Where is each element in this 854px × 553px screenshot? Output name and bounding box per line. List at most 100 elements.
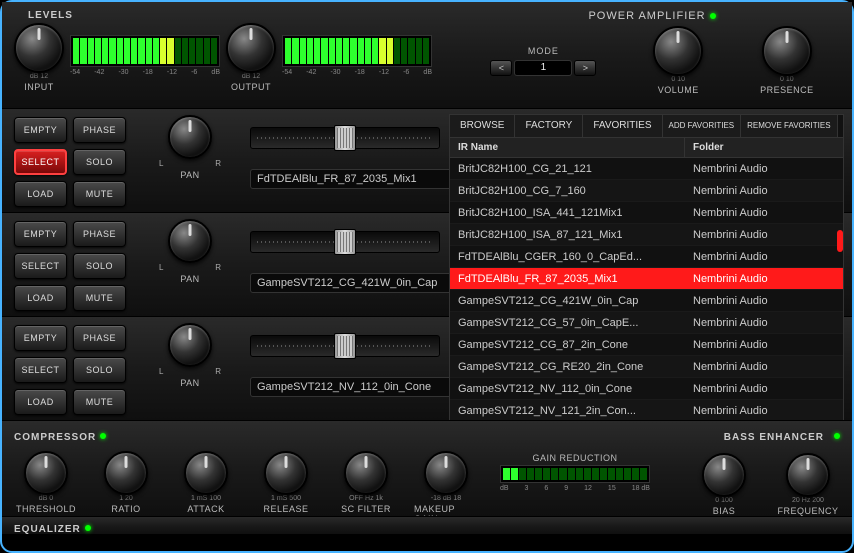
ir-name-cell: GampeSVT212_CG_421W_0in_Cap	[450, 295, 685, 307]
folder-cell: Nembrini Audio	[685, 339, 843, 351]
folder-cell: Nembrini Audio	[685, 405, 843, 417]
pan-knob[interactable]	[168, 323, 212, 367]
load-button[interactable]: LOAD	[14, 181, 67, 207]
ir-name-cell: FdTDEAlBlu_CGER_160_0_CapEd...	[450, 251, 685, 263]
table-row[interactable]: BritJC82H100_CG_21_121Nembrini Audio	[450, 158, 843, 180]
pan-label: PAN	[180, 378, 199, 388]
scfilter-label: SC FILTER	[341, 504, 391, 514]
volume-ticks: 0 10	[671, 76, 685, 83]
phase-button[interactable]: PHASE	[73, 221, 126, 247]
ratio-knob[interactable]	[104, 451, 148, 495]
frequency-knob[interactable]	[786, 453, 830, 497]
gain-reduction-meter	[500, 465, 650, 483]
equalizer-title: EQUALIZER	[14, 524, 81, 535]
pan-knob[interactable]	[168, 115, 212, 159]
column-ir-name[interactable]: IR Name	[450, 138, 685, 157]
presence-knob[interactable]	[762, 26, 812, 76]
output-knob[interactable]	[226, 23, 276, 73]
ir-name-cell: GampeSVT212_CG_57_0in_CapE...	[450, 317, 685, 329]
attack-label: ATTACK	[187, 504, 224, 514]
folder-cell: Nembrini Audio	[685, 273, 843, 285]
input-knob[interactable]	[14, 23, 64, 73]
output-label: OUTPUT	[231, 82, 271, 92]
folder-cell: Nembrini Audio	[685, 251, 843, 263]
table-row[interactable]: BritJC82H100_ISA_441_121Mix1Nembrini Aud…	[450, 202, 843, 224]
attack-knob[interactable]	[184, 451, 228, 495]
solo-button[interactable]: SOLO	[73, 149, 126, 175]
volume-knob[interactable]	[653, 26, 703, 76]
pan-label: PAN	[180, 274, 199, 284]
scrollbar-thumb[interactable]	[837, 230, 843, 252]
mute-button[interactable]: MUTE	[73, 285, 126, 311]
empty-button[interactable]: EMPTY	[14, 325, 67, 351]
presence-ticks: 0 10	[780, 76, 794, 83]
select-button[interactable]: SELECT	[14, 253, 67, 279]
solo-button[interactable]: SOLO	[73, 253, 126, 279]
load-button[interactable]: LOAD	[14, 285, 67, 311]
bias-label: BIAS	[713, 506, 736, 516]
table-row[interactable]: GampeSVT212_CG_421W_0in_CapNembrini Audi…	[450, 290, 843, 312]
table-row[interactable]: GampeSVT212_NV_112_0in_ConeNembrini Audi…	[450, 378, 843, 400]
ir-name-cell: BritJC82H100_ISA_87_121_Mix1	[450, 229, 685, 241]
folder-cell: Nembrini Audio	[685, 383, 843, 395]
mode-value: 1	[514, 60, 572, 76]
mute-button[interactable]: MUTE	[73, 389, 126, 415]
mute-button[interactable]: MUTE	[73, 181, 126, 207]
phase-button[interactable]: PHASE	[73, 117, 126, 143]
ir-name-cell: BritJC82H100_ISA_441_121Mix1	[450, 207, 685, 219]
level-slider[interactable]	[250, 231, 440, 253]
load-button[interactable]: LOAD	[14, 389, 67, 415]
threshold-knob[interactable]	[24, 451, 68, 495]
release-knob[interactable]	[264, 451, 308, 495]
scfilter-knob[interactable]	[344, 451, 388, 495]
table-row[interactable]: FdTDEAlBlu_CGER_160_0_CapEd...Nembrini A…	[450, 246, 843, 268]
ir-name-cell: BritJC82H100_CG_7_160	[450, 185, 685, 197]
select-button[interactable]: SELECT	[14, 149, 67, 175]
bass-enhancer-led	[834, 433, 840, 439]
table-row[interactable]: GampeSVT212_CG_RE20_2in_ConeNembrini Aud…	[450, 356, 843, 378]
solo-button[interactable]: SOLO	[73, 357, 126, 383]
mode-next-button[interactable]: >	[574, 60, 596, 76]
table-row[interactable]: GampeSVT212_CG_87_2in_ConeNembrini Audio	[450, 334, 843, 356]
makeup-knob[interactable]	[424, 451, 468, 495]
power-amp-title: POWER AMPLIFIER	[588, 10, 705, 22]
presence-label: PRESENCE	[760, 85, 814, 95]
ir-name-cell: GampeSVT212_CG_87_2in_Cone	[450, 339, 685, 351]
empty-button[interactable]: EMPTY	[14, 221, 67, 247]
folder-cell: Nembrini Audio	[685, 361, 843, 373]
tab-add-favorites[interactable]: ADD FAVORITIES	[663, 115, 742, 137]
tab-browse[interactable]: BROWSE	[450, 115, 515, 137]
pan-knob[interactable]	[168, 219, 212, 263]
column-folder[interactable]: Folder	[685, 138, 843, 157]
select-button[interactable]: SELECT	[14, 357, 67, 383]
ratio-label: RATIO	[111, 504, 140, 514]
ir-name-cell: BritJC82H100_CG_21_121	[450, 163, 685, 175]
compressor-title: COMPRESSOR	[14, 432, 96, 443]
table-row[interactable]: BritJC82H100_ISA_87_121_Mix1Nembrini Aud…	[450, 224, 843, 246]
mode-label: MODE	[490, 46, 596, 56]
mode-prev-button[interactable]: <	[490, 60, 512, 76]
folder-cell: Nembrini Audio	[685, 185, 843, 197]
output-meter	[282, 35, 432, 67]
phase-button[interactable]: PHASE	[73, 325, 126, 351]
table-row[interactable]: FdTDEAlBlu_FR_87_2035_Mix1Nembrini Audio	[450, 268, 843, 290]
empty-button[interactable]: EMPTY	[14, 117, 67, 143]
compressor-led	[100, 433, 106, 439]
input-meter	[70, 35, 220, 67]
level-slider[interactable]	[250, 127, 440, 149]
level-slider[interactable]	[250, 335, 440, 357]
folder-cell: Nembrini Audio	[685, 295, 843, 307]
tab-factory[interactable]: FACTORY	[515, 115, 583, 137]
gain-reduction-label: GAIN REDUCTION	[500, 453, 650, 463]
input-meter-scale: -54-42-30-18-12-6dB	[70, 69, 220, 76]
tab-remove-favorites[interactable]: REMOVE FAVORITIES	[741, 115, 837, 137]
levels-title: LEVELS	[28, 10, 440, 21]
table-row[interactable]: GampeSVT212_CG_57_0in_CapE...Nembrini Au…	[450, 312, 843, 334]
table-row[interactable]: GampeSVT212_NV_121_2in_Con...Nembrini Au…	[450, 400, 843, 422]
bias-knob[interactable]	[702, 453, 746, 497]
table-row[interactable]: BritJC82H100_CG_7_160Nembrini Audio	[450, 180, 843, 202]
threshold-label: THRESHOLD	[16, 504, 76, 514]
output-meter-scale: -54-42-30-18-12-6dB	[282, 69, 432, 76]
tab-favorites[interactable]: FAVORITIES	[583, 115, 662, 137]
release-label: RELEASE	[263, 504, 308, 514]
